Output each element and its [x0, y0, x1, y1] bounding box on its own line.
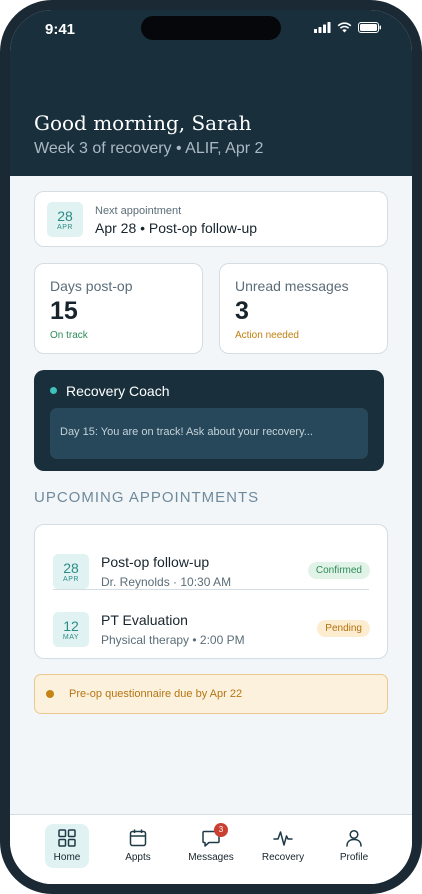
- appointment-title: Post-op follow-up: [101, 554, 210, 570]
- wifi-icon: [337, 22, 352, 33]
- calendar-icon: [129, 829, 147, 847]
- phone-frame: 9:41 Good morning, Sarah Week 3 of recov…: [0, 0, 422, 894]
- warning-dot: [46, 690, 54, 698]
- person-icon: [346, 829, 362, 847]
- date-month: MAY: [62, 634, 80, 641]
- section-title: UPCOMING APPOINTMENTS: [34, 489, 260, 506]
- date-month: APR: [63, 576, 79, 583]
- tab-home[interactable]: Home: [37, 815, 97, 884]
- tab-recovery[interactable]: Recovery: [253, 815, 313, 884]
- date-day: 28: [57, 208, 73, 224]
- stat-note: On track: [50, 330, 88, 341]
- coach-message-text: Day 15: You are on track! Ask about your…: [60, 426, 313, 438]
- appointment-row[interactable]: 28 APR Post-op follow-up Dr. Reynolds · …: [35, 546, 387, 604]
- date-month: APR: [57, 224, 73, 231]
- status-icons: [314, 22, 382, 33]
- date-badge: 12 MAY: [53, 612, 89, 647]
- signal-icon: [314, 22, 331, 33]
- divider: [53, 589, 369, 590]
- unread-messages-card[interactable]: Unread messages 3 Action needed: [219, 263, 388, 354]
- tab-messages[interactable]: 3 Messages: [181, 815, 241, 884]
- status-time: 9:41: [45, 21, 76, 38]
- tab-label: Profile: [339, 852, 369, 863]
- stat-value: 15: [50, 297, 78, 325]
- stat-label: Unread messages: [235, 278, 349, 294]
- online-status-dot: [50, 387, 57, 394]
- appointment-title: PT Evaluation: [101, 612, 188, 628]
- tab-bar: Home Appts 3 Messages Recovery Profile: [10, 814, 412, 884]
- date-day: 28: [63, 560, 79, 576]
- status-badge: Confirmed: [307, 562, 370, 579]
- tab-label: Home: [53, 852, 81, 863]
- coach-message-bubble[interactable]: Day 15: You are on track! Ask about your…: [50, 408, 368, 459]
- app-screen: 9:41 Good morning, Sarah Week 3 of recov…: [10, 10, 412, 884]
- date-badge: 28 APR: [53, 554, 89, 589]
- date-badge: 28 APR: [47, 202, 83, 237]
- tab-label: Appts: [125, 852, 151, 863]
- tab-appts[interactable]: Appts: [108, 815, 168, 884]
- next-appointment-label: Next appointment: [95, 205, 182, 217]
- dynamic-island: [141, 16, 281, 40]
- appointment-subtitle: Dr. Reynolds · 10:30 AM: [101, 575, 232, 589]
- appointment-subtitle: Physical therapy • 2:00 PM: [101, 633, 245, 647]
- recovery-coach-card: Recovery Coach Day 15: You are on track!…: [34, 370, 384, 471]
- battery-icon: [358, 22, 381, 33]
- next-appointment-title: Apr 28 • Post-op follow-up: [95, 220, 258, 236]
- greeting-title: Good morning, Sarah: [34, 111, 252, 135]
- days-post-op-card[interactable]: Days post-op 15 On track: [34, 263, 203, 354]
- recovery-subtitle: Week 3 of recovery • ALIF, Apr 2: [34, 140, 264, 157]
- upcoming-appointments-list: 28 APR Post-op follow-up Dr. Reynolds · …: [34, 524, 388, 659]
- coach-name: Recovery Coach: [66, 383, 170, 399]
- appointment-row[interactable]: 12 MAY PT Evaluation Physical therapy • …: [35, 604, 387, 662]
- tab-label: Recovery: [261, 852, 305, 863]
- stat-note: Action needed: [235, 330, 299, 341]
- tab-label: Messages: [188, 852, 234, 863]
- header: 9:41 Good morning, Sarah Week 3 of recov…: [10, 10, 412, 176]
- next-appointment-card[interactable]: 28 APR Next appointment Apr 28 • Post-op…: [34, 191, 388, 247]
- tab-profile[interactable]: Profile: [324, 815, 384, 884]
- status-bar: 9:41: [10, 10, 412, 50]
- questionnaire-notice[interactable]: Pre-op questionnaire due by Apr 22: [34, 674, 388, 714]
- status-badge: Pending: [317, 620, 370, 637]
- date-day: 12: [63, 618, 79, 634]
- notice-text: Pre-op questionnaire due by Apr 22: [69, 688, 243, 700]
- unread-count-badge: 3: [214, 823, 228, 837]
- pulse-icon: [273, 831, 293, 846]
- grid-icon: [58, 829, 76, 847]
- stat-value: 3: [235, 297, 249, 325]
- stat-label: Days post-op: [50, 278, 133, 294]
